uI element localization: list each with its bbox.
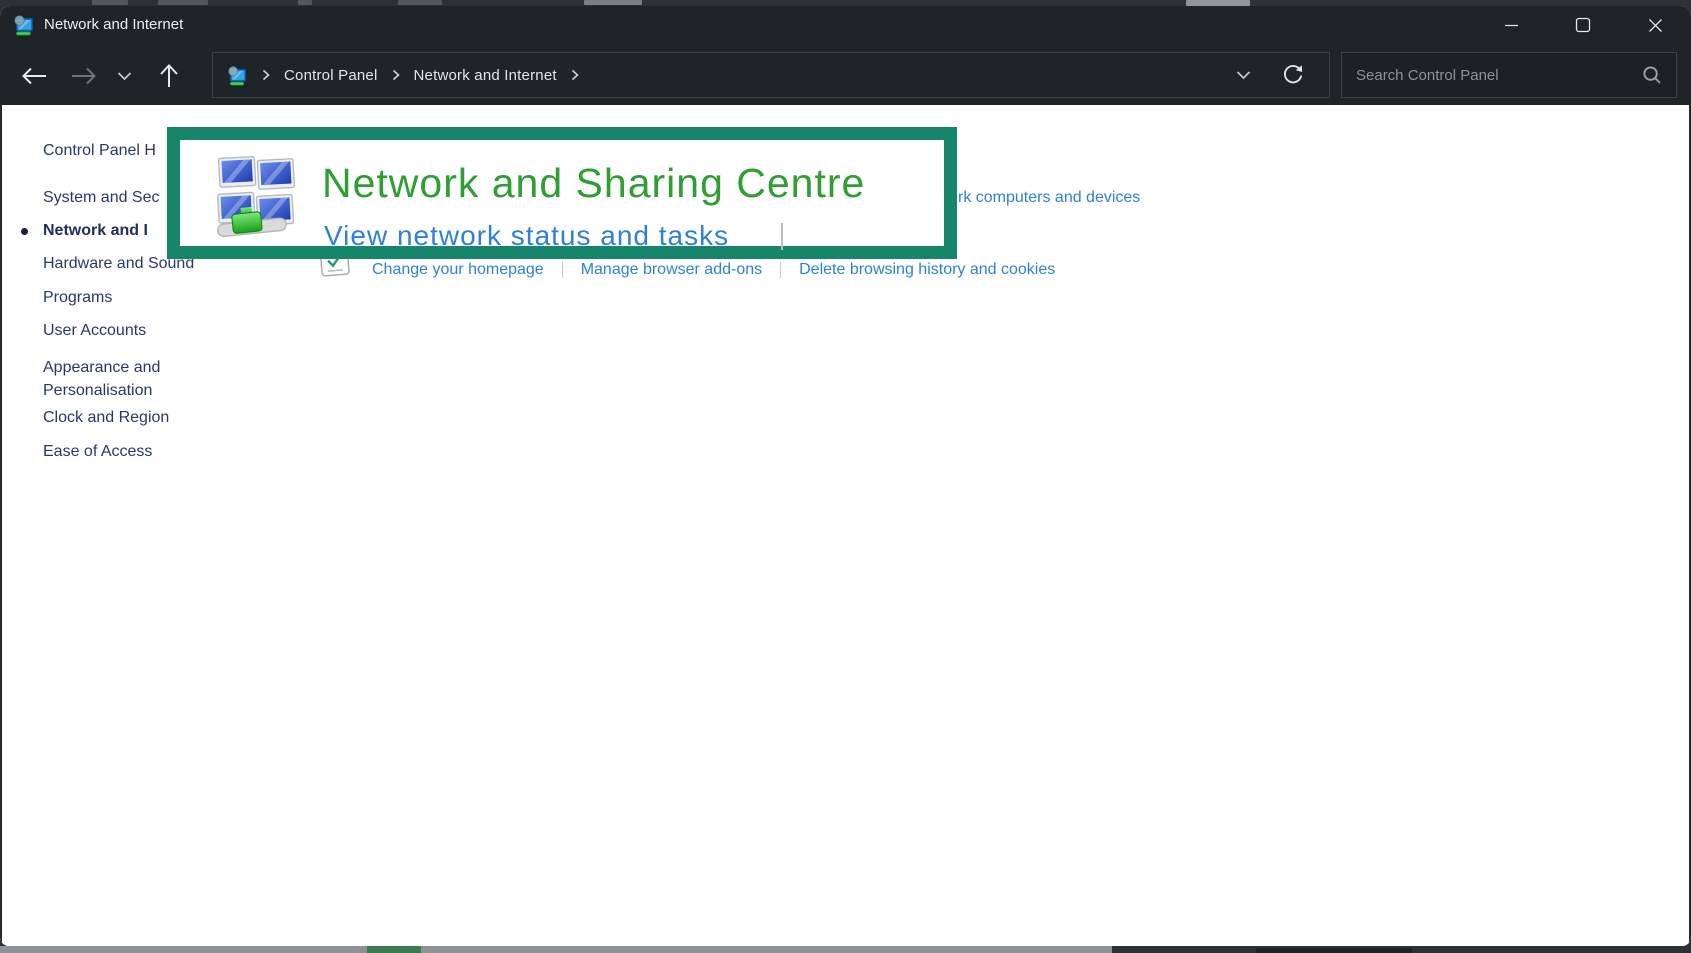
network-sharing-centre-heading[interactable]: Network and Sharing Centre	[322, 160, 865, 207]
taskbar-fragment	[0, 946, 1112, 953]
window-controls	[1475, 6, 1691, 44]
refresh-icon	[1281, 63, 1305, 87]
search-input[interactable]	[1342, 67, 1642, 84]
manage-addons-link[interactable]: Manage browser add-ons	[581, 261, 762, 279]
background-window-fragment	[584, 0, 642, 5]
chevron-down-icon	[1236, 70, 1251, 80]
breadcrumb-chevron-icon[interactable]	[392, 69, 400, 81]
background-window-fragment	[158, 0, 208, 5]
text-cursor	[781, 223, 783, 250]
minimize-icon	[1504, 18, 1519, 33]
address-bar[interactable]: Control Panel Network and Internet	[212, 52, 1330, 98]
magnified-link-row: View network status and tasks	[324, 220, 783, 252]
content-area: Control Panel H System and Sec Network a…	[0, 105, 1691, 946]
title-bar[interactable]: Network and Internet	[0, 6, 1691, 44]
maximize-icon	[1575, 17, 1591, 33]
link-separator	[562, 262, 563, 278]
change-homepage-link[interactable]: Change your homepage	[372, 261, 544, 279]
window-left-edge	[0, 105, 2, 946]
address-bar-actions	[1236, 63, 1315, 87]
close-icon	[1648, 18, 1663, 33]
search-icon[interactable]	[1642, 65, 1662, 85]
background-window-fragment	[298, 0, 312, 5]
close-button[interactable]	[1619, 6, 1691, 44]
internet-options-links: Change your homepage Manage browser add-…	[372, 261, 1055, 279]
breadcrumb-network-and-internet[interactable]: Network and Internet	[414, 67, 557, 84]
control-panel-window: Network and Internet	[0, 6, 1691, 946]
sidebar-item-network-and-internet[interactable]: Network and I	[43, 222, 148, 240]
delete-history-link[interactable]: Delete browsing history and cookies	[799, 261, 1055, 279]
refresh-button[interactable]	[1281, 63, 1305, 87]
maximize-button[interactable]	[1547, 6, 1619, 44]
background-window-fragment	[92, 0, 128, 5]
sidebar-item-programs[interactable]: Programs	[43, 289, 112, 307]
sidebar-item-user-accounts[interactable]: User Accounts	[43, 322, 146, 340]
network-window-icon	[13, 14, 35, 36]
breadcrumb-chevron-icon[interactable]	[571, 69, 579, 81]
background-window-fragment	[398, 0, 442, 5]
sidebar-item-ease-of-access[interactable]: Ease of Access	[43, 443, 152, 461]
back-button[interactable]	[18, 62, 50, 90]
breadcrumb-chevron-icon[interactable]	[262, 69, 270, 81]
window-header: Network and Internet	[0, 6, 1691, 105]
background-window-fragment	[1256, 948, 1412, 953]
window-title: Network and Internet	[44, 16, 183, 33]
network-sharing-centre-icon	[212, 151, 300, 239]
search-box[interactable]	[1341, 52, 1677, 98]
sidebar-item-system-and-security[interactable]: System and Sec	[43, 189, 160, 207]
magnifier-overlay: Network and Sharing Centre View network …	[167, 127, 957, 259]
view-network-computers-link[interactable]: rk computers and devices	[958, 189, 1140, 207]
up-arrow-icon	[156, 63, 182, 89]
forward-arrow-icon	[70, 64, 98, 88]
sidebar-item-control-panel-home[interactable]: Control Panel H	[43, 142, 156, 160]
recent-pages-button[interactable]	[108, 62, 140, 90]
link-separator	[780, 262, 781, 278]
breadcrumb-control-panel[interactable]: Control Panel	[284, 67, 378, 84]
active-item-bullet	[21, 228, 28, 235]
sidebar-item-clock-and-region[interactable]: Clock and Region	[43, 409, 169, 427]
chevron-down-icon	[117, 71, 132, 81]
sidebar-item-appearance-personalisation[interactable]: Appearance and Personalisation	[43, 356, 203, 402]
navigation-toolbar: Control Panel Network and Internet	[0, 44, 1691, 105]
taskbar-fragment-green	[367, 946, 421, 953]
up-button[interactable]	[153, 62, 185, 90]
minimize-button[interactable]	[1475, 6, 1547, 44]
view-network-status-link[interactable]: View network status and tasks	[324, 220, 729, 252]
back-arrow-icon	[20, 64, 48, 88]
forward-button[interactable]	[68, 62, 100, 90]
breadcrumb-root-icon	[227, 65, 248, 86]
address-dropdown-button[interactable]	[1236, 70, 1251, 80]
